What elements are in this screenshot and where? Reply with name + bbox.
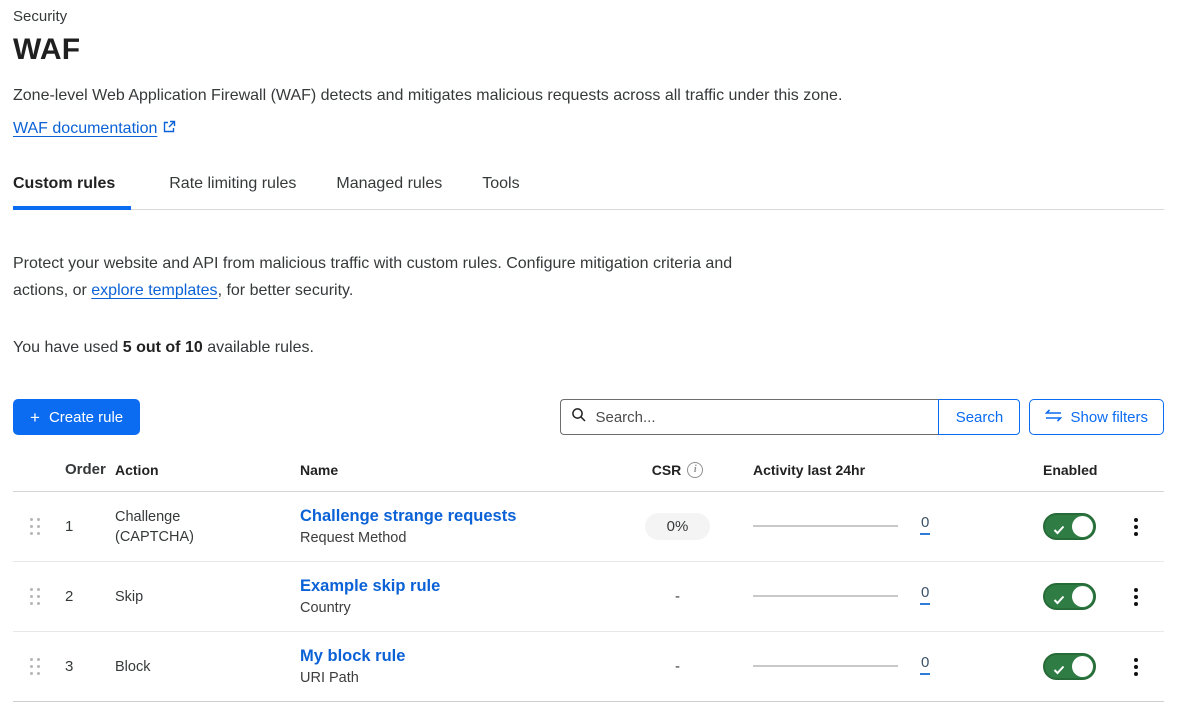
search-icon	[571, 407, 587, 428]
search-group: Search	[560, 399, 1020, 435]
rule-action: Challenge (CAPTCHA)	[115, 507, 227, 547]
rule-order: 1	[55, 518, 115, 535]
usage-count: 5 out of 10	[123, 339, 203, 356]
drag-handle-icon[interactable]	[30, 658, 40, 675]
waf-tabbar: Custom rules Rate limiting rules Managed…	[13, 175, 1164, 210]
activity-cell: 0	[745, 514, 1030, 540]
rule-action: Skip	[115, 587, 227, 607]
search-input[interactable]	[595, 409, 928, 426]
csr-value: -	[670, 658, 686, 675]
rule-name-link[interactable]: My block rule	[300, 647, 405, 666]
col-header-activity: Activity last 24hr	[745, 462, 1030, 478]
tab-custom-rules[interactable]: Custom rules	[13, 175, 131, 210]
show-filters-label: Show filters	[1070, 409, 1148, 426]
csr-cell: 0%	[610, 513, 745, 540]
create-rule-label: Create rule	[49, 409, 123, 426]
activity-cell: 0	[745, 584, 1030, 610]
search-box	[560, 399, 938, 435]
activity-sparkline	[753, 665, 898, 667]
table-row: 3 Block My block rule URI Path - 0	[13, 632, 1164, 702]
show-filters-button[interactable]: Show filters	[1029, 399, 1164, 435]
rule-field: URI Path	[300, 670, 610, 686]
toggle-knob	[1072, 656, 1093, 677]
create-rule-button[interactable]: + Create rule	[13, 399, 140, 435]
intro-text-after: , for better security.	[218, 282, 354, 299]
enabled-cell	[1030, 513, 1108, 540]
enabled-cell	[1030, 583, 1108, 610]
waf-page: Security WAF Zone-level Web Application …	[0, 0, 1177, 702]
activity-count-link[interactable]: 0	[920, 514, 930, 535]
csr-value: 0%	[645, 513, 711, 540]
plus-icon: +	[30, 409, 40, 426]
activity-count-link[interactable]: 0	[920, 654, 930, 675]
page-description: Zone-level Web Application Firewall (WAF…	[13, 87, 1164, 105]
waf-documentation-label: WAF documentation	[13, 120, 157, 137]
enabled-toggle[interactable]	[1043, 513, 1096, 540]
explore-templates-link[interactable]: explore templates	[91, 282, 217, 299]
rules-toolbar: + Create rule Search Show filters	[13, 399, 1164, 435]
drag-handle-icon[interactable]	[30, 588, 40, 605]
rules-usage-summary: You have used 5 out of 10 available rule…	[13, 339, 1164, 357]
check-icon	[1053, 522, 1065, 540]
toggle-knob	[1072, 516, 1093, 537]
rule-name-cell: Challenge strange requests Request Metho…	[293, 507, 610, 546]
drag-handle-icon[interactable]	[30, 518, 40, 535]
table-row: 1 Challenge (CAPTCHA) Challenge strange …	[13, 492, 1164, 562]
enabled-toggle[interactable]	[1043, 653, 1096, 680]
activity-count-link[interactable]: 0	[920, 584, 930, 605]
search-button[interactable]: Search	[938, 399, 1020, 435]
col-header-action: Action	[115, 462, 293, 478]
toggle-knob	[1072, 586, 1093, 607]
activity-sparkline	[753, 595, 898, 597]
col-header-name: Name	[293, 462, 610, 478]
enabled-cell	[1030, 653, 1108, 680]
waf-documentation-link[interactable]: WAF documentation	[13, 120, 176, 137]
rule-action: Block	[115, 657, 227, 677]
usage-prefix: You have used	[13, 339, 123, 356]
col-header-enabled: Enabled	[1030, 462, 1108, 478]
rules-table-header: Order Action Name CSR i Activity last 24h…	[13, 461, 1164, 492]
rule-field: Request Method	[300, 530, 610, 546]
custom-rules-intro: Protect your website and API from malici…	[13, 250, 758, 304]
col-header-csr: CSR i	[610, 462, 745, 478]
breadcrumb-security: Security	[13, 8, 1164, 25]
kebab-menu-icon[interactable]	[1127, 584, 1145, 610]
activity-sparkline	[753, 525, 898, 527]
rule-field: Country	[300, 600, 610, 616]
activity-cell: 0	[745, 654, 1030, 680]
info-icon[interactable]: i	[687, 462, 703, 478]
rule-order: 3	[55, 658, 115, 675]
rule-name-cell: Example skip rule Country	[293, 577, 610, 616]
csr-cell: -	[610, 588, 745, 605]
table-row: 2 Skip Example skip rule Country - 0	[13, 562, 1164, 632]
rule-name-cell: My block rule URI Path	[293, 647, 610, 686]
page-title: WAF	[13, 33, 1164, 67]
csr-value: -	[670, 588, 686, 605]
external-link-icon	[162, 120, 176, 139]
tab-rate-limiting-rules[interactable]: Rate limiting rules	[169, 175, 298, 210]
tab-managed-rules[interactable]: Managed rules	[336, 175, 444, 210]
tab-tools[interactable]: Tools	[482, 175, 521, 210]
csr-header-label: CSR	[652, 462, 682, 478]
kebab-menu-icon[interactable]	[1127, 514, 1145, 540]
usage-suffix: available rules.	[203, 339, 314, 356]
enabled-toggle[interactable]	[1043, 583, 1096, 610]
kebab-menu-icon[interactable]	[1127, 654, 1145, 680]
col-header-order: Order	[55, 461, 115, 478]
check-icon	[1053, 662, 1065, 680]
rule-order: 2	[55, 588, 115, 605]
swap-arrows-icon	[1045, 409, 1062, 426]
check-icon	[1053, 592, 1065, 610]
rule-name-link[interactable]: Example skip rule	[300, 577, 440, 596]
rule-name-link[interactable]: Challenge strange requests	[300, 507, 516, 526]
csr-cell: -	[610, 658, 745, 675]
